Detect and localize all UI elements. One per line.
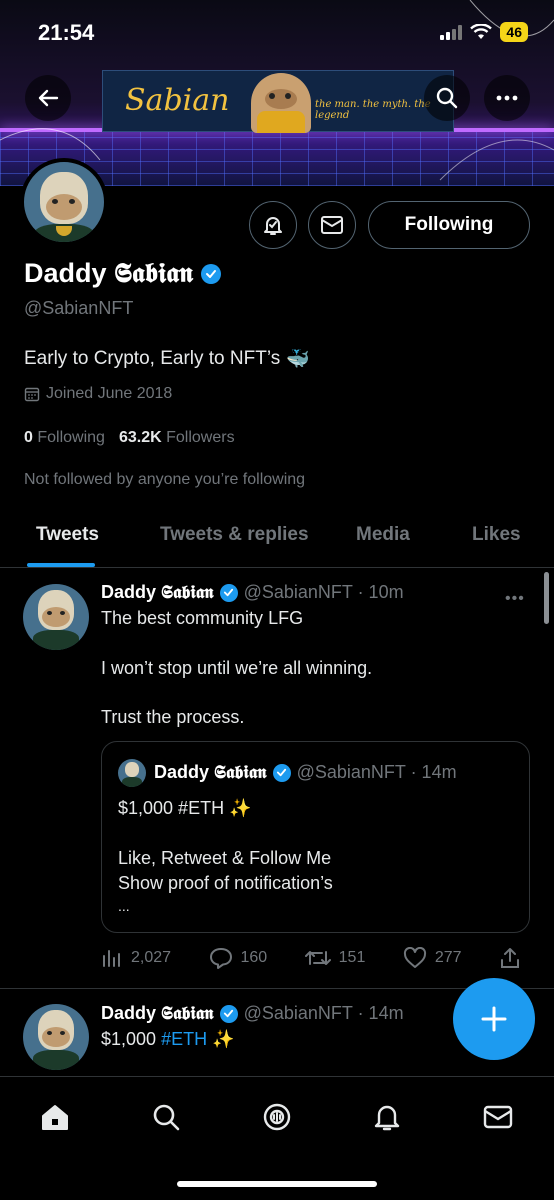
quote-text-line: ... [118, 898, 130, 914]
quote-handle-time: @SabianNFT · 14m [296, 762, 457, 782]
display-name: Daddy 𝕾𝖆𝖇𝖎𝖆𝖓 [24, 258, 221, 290]
banner-title: Sabian [125, 83, 230, 118]
following-button[interactable]: Following [368, 201, 530, 249]
explore-icon [153, 1104, 180, 1131]
bio-text: Early to Crypto, Early to NFT’s [24, 348, 281, 369]
quote-text-line: $1,000 #ETH ✨ [118, 798, 252, 818]
tab-media[interactable]: Media [356, 524, 410, 546]
verified-badge-icon [200, 264, 221, 284]
spaces-icon [263, 1103, 291, 1131]
verified-badge-icon [219, 1004, 238, 1023]
followers-count-link[interactable]: 63.2K Followers [119, 429, 235, 447]
status-bar: 21:54 46 [0, 0, 554, 64]
scrollbar[interactable] [544, 572, 549, 624]
tweet-avatar[interactable] [23, 1004, 89, 1070]
quoted-tweet[interactable]: Daddy 𝕾𝖆𝖇𝖎𝖆𝖓 @SabianNFT · 14m $1,000 #ET… [101, 741, 530, 933]
tweet-avatar[interactable] [23, 584, 89, 650]
home-indicator[interactable] [177, 1181, 377, 1187]
tweet-handle-time: @SabianNFT · 14m [243, 1003, 404, 1023]
profile-avatar[interactable] [20, 158, 108, 246]
profile-bio: Early to Crypto, Early to NFT’s 🐳 [24, 347, 310, 371]
status-time: 21:54 [38, 20, 95, 45]
tweet-text-line: $1,000 #ETH ✨ [101, 1029, 235, 1049]
search-icon [436, 87, 458, 109]
share-icon [500, 948, 519, 968]
quote-text-line: Like, Retweet & Follow Me [118, 848, 332, 868]
tweet-actions: 2,027 160 151 277 [101, 944, 521, 972]
like-button[interactable]: 277 [403, 947, 462, 969]
calendar-icon [24, 387, 40, 402]
whale-emoji: 🐳 [286, 349, 310, 370]
more-icon [496, 95, 518, 101]
tweet-author-name[interactable]: Daddy 𝕾𝖆𝖇𝖎𝖆𝖓 [101, 1003, 214, 1024]
wifi-icon [470, 24, 493, 39]
notification-bell-icon [264, 217, 282, 235]
joined-text: Joined June 2018 [46, 385, 173, 402]
verified-badge-icon [272, 763, 291, 782]
tweet-text-line: I won’t stop until we’re all winning. [101, 658, 373, 678]
battery-indicator: 46 [500, 22, 528, 42]
compose-tweet-button[interactable] [453, 978, 535, 1060]
home-icon [42, 1105, 68, 1130]
share-button[interactable] [499, 947, 521, 969]
notifications-icon [374, 1105, 400, 1131]
quote-avatar [118, 759, 146, 787]
joined-date: Joined June 2018 [24, 385, 172, 403]
tweet-text-line: Trust the process. [101, 707, 245, 727]
search-button[interactable] [424, 75, 470, 121]
compose-plus-icon [481, 1006, 507, 1032]
hashtag-link[interactable]: #ETH [161, 1029, 207, 1049]
retweet-count: 151 [338, 949, 366, 966]
reply-button[interactable]: 160 [209, 947, 268, 969]
like-count: 277 [434, 949, 462, 966]
verified-badge-icon [219, 583, 238, 602]
nav-notifications[interactable] [367, 1097, 407, 1137]
reply-icon [209, 948, 232, 969]
tweet-handle-time: @SabianNFT · 10m [243, 582, 404, 602]
reply-count: 160 [240, 949, 268, 966]
signal-icon [440, 24, 463, 40]
tweet-author-name[interactable]: Daddy 𝕾𝖆𝖇𝖎𝖆𝖓 [101, 582, 214, 603]
retweet-button[interactable]: 151 [304, 948, 366, 968]
messages-icon [483, 1105, 513, 1129]
tab-tweets-replies[interactable]: Tweets & replies [160, 524, 309, 546]
message-button[interactable] [308, 201, 356, 249]
more-button[interactable] [484, 75, 530, 121]
mail-icon [321, 216, 343, 234]
not-followed-note: Not followed by anyone you’re following [24, 471, 306, 488]
quote-header: Daddy 𝕾𝖆𝖇𝖎𝖆𝖓 @SabianNFT · 14m [154, 762, 457, 783]
tweet-more-icon[interactable]: ••• [505, 590, 525, 608]
views-icon [103, 950, 120, 967]
tab-active-indicator [27, 563, 95, 567]
banner-ape-image [251, 73, 311, 133]
profile-handle: @SabianNFT [24, 298, 134, 318]
nav-home[interactable] [35, 1097, 75, 1137]
retweet-icon [304, 951, 331, 965]
views-count: 2,027 [131, 949, 172, 966]
back-arrow-icon [38, 89, 59, 107]
nav-messages[interactable] [478, 1097, 518, 1137]
tab-tweets[interactable]: Tweets [36, 524, 99, 546]
tweet-header: Daddy 𝕾𝖆𝖇𝖎𝖆𝖓 @SabianNFT · 10m [101, 582, 404, 603]
display-name-text: Daddy 𝕾𝖆𝖇𝖎𝖆𝖓 [24, 258, 193, 288]
banner-sign: Sabian the man. the myth. the legend [102, 70, 454, 133]
views-button[interactable]: 2,027 [101, 948, 171, 968]
notify-button[interactable] [249, 201, 297, 249]
tweet-text-line: The best community LFG [101, 608, 304, 628]
profile-tabs: Tweets Tweets & replies Media Likes [0, 508, 554, 568]
nav-explore[interactable] [146, 1097, 186, 1137]
tab-likes[interactable]: Likes [472, 524, 521, 546]
following-count-link[interactable]: 0 Following [24, 429, 105, 447]
quote-author-name: Daddy 𝕾𝖆𝖇𝖎𝖆𝖓 [154, 762, 267, 782]
status-icons: 46 [440, 22, 528, 42]
tweet-header: Daddy 𝕾𝖆𝖇𝖎𝖆𝖓 @SabianNFT · 14m [101, 1003, 404, 1024]
quote-text-line: Show proof of notification’s [118, 873, 333, 893]
back-button[interactable] [25, 75, 71, 121]
bottom-navigation [0, 1076, 554, 1200]
nav-spaces[interactable] [257, 1097, 297, 1137]
like-icon [403, 947, 426, 968]
follow-stats: 0 Following 63.2K Followers [24, 429, 235, 447]
